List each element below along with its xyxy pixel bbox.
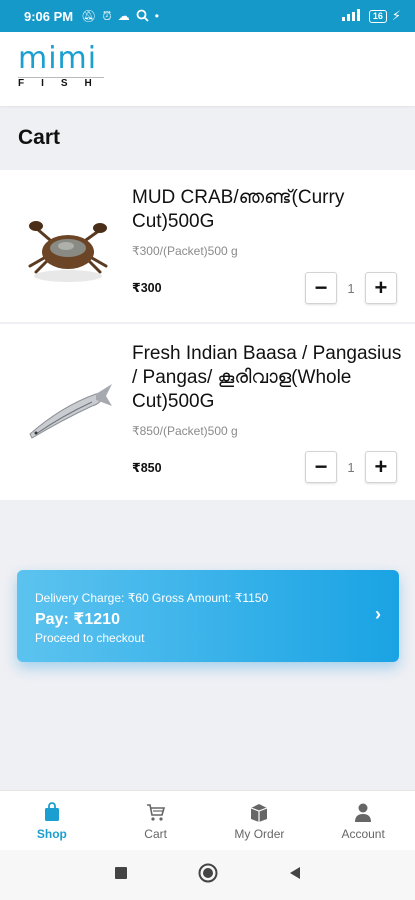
pay-amount: Pay: ₹1210 <box>35 611 120 628</box>
status-bar: 9:06 PM 🔕︎ ⏰︎ ☁ • 16 ⚡ <box>0 0 415 32</box>
quantity-stepper: − 1 + <box>305 272 397 304</box>
charging-icon: ⚡ <box>391 8 401 23</box>
mute-icon: 🔕︎ <box>81 9 97 23</box>
fish-image <box>22 376 114 456</box>
cart-item: Fresh Indian Baasa / Pangasius / Pangas/… <box>0 324 415 500</box>
quantity-value: 1 <box>347 459 355 475</box>
nav-label: My Order <box>234 826 285 841</box>
logo-text-top: mimi <box>18 41 98 76</box>
decrease-quantity-button[interactable]: − <box>305 272 337 304</box>
cart-item: MUD CRAB/ഞണ്ട്(Curry Cut)500G ₹300/(Pack… <box>0 170 415 322</box>
checkout-button[interactable]: Delivery Charge: ₹60 Gross Amount: ₹1150… <box>17 570 399 662</box>
app-header: mimi FISH <box>0 32 415 106</box>
item-name: MUD CRAB/ഞണ്ട്(Curry Cut)500G <box>132 187 345 232</box>
search-icon <box>136 9 149 24</box>
chevron-right-icon: › <box>375 604 381 624</box>
home-button[interactable] <box>198 863 218 888</box>
logo-text-bottom: FISH <box>18 78 109 89</box>
battery-icon: 16 <box>368 9 387 23</box>
nav-item-cart[interactable]: Cart <box>104 791 208 850</box>
alarm-icon: ⏰︎ <box>102 9 112 23</box>
item-unit-price: ₹850/(Packet)500 g <box>132 424 238 438</box>
dot-icon: • <box>154 9 159 23</box>
item-price: ₹850 <box>132 461 162 475</box>
nav-label: Shop <box>36 826 67 841</box>
bottom-navigation: Shop Cart My Order Account <box>0 790 415 850</box>
increase-quantity-button[interactable]: + <box>364 451 397 483</box>
order-box-icon <box>248 801 270 823</box>
increase-quantity-button[interactable]: + <box>364 272 397 304</box>
nav-label: Account <box>341 826 385 841</box>
checkout-cta: Proceed to checkout <box>35 631 145 645</box>
back-button[interactable] <box>288 866 302 885</box>
cloud-icon: ☁ <box>117 9 130 23</box>
recents-button[interactable] <box>114 866 128 885</box>
page-title: Cart <box>18 126 61 149</box>
nav-item-my-order[interactable]: My Order <box>208 791 312 850</box>
system-navigation-bar <box>0 850 415 900</box>
decrease-quantity-button[interactable]: − <box>305 451 337 483</box>
mimi-fish-logo[interactable]: mimi FISH <box>18 44 108 96</box>
item-unit-price: ₹300/(Packet)500 g <box>132 244 238 258</box>
shopping-bag-icon <box>41 801 63 823</box>
item-name: Fresh Indian Baasa / Pangasius / Pangas/… <box>132 343 402 412</box>
signal-icon <box>341 8 364 24</box>
person-icon <box>352 801 374 823</box>
cart-icon <box>145 801 167 823</box>
order-summary: Delivery Charge: ₹60 Gross Amount: ₹1150 <box>35 591 269 605</box>
quantity-stepper: − 1 + <box>305 451 397 483</box>
nav-label: Cart <box>144 826 167 841</box>
item-price: ₹300 <box>132 281 162 295</box>
crab-image <box>22 210 114 290</box>
logo-divider <box>18 77 104 78</box>
nav-item-account[interactable]: Account <box>311 791 415 850</box>
quantity-value: 1 <box>347 280 355 296</box>
status-time: 9:06 PM <box>24 8 74 24</box>
nav-item-shop[interactable]: Shop <box>0 791 104 850</box>
